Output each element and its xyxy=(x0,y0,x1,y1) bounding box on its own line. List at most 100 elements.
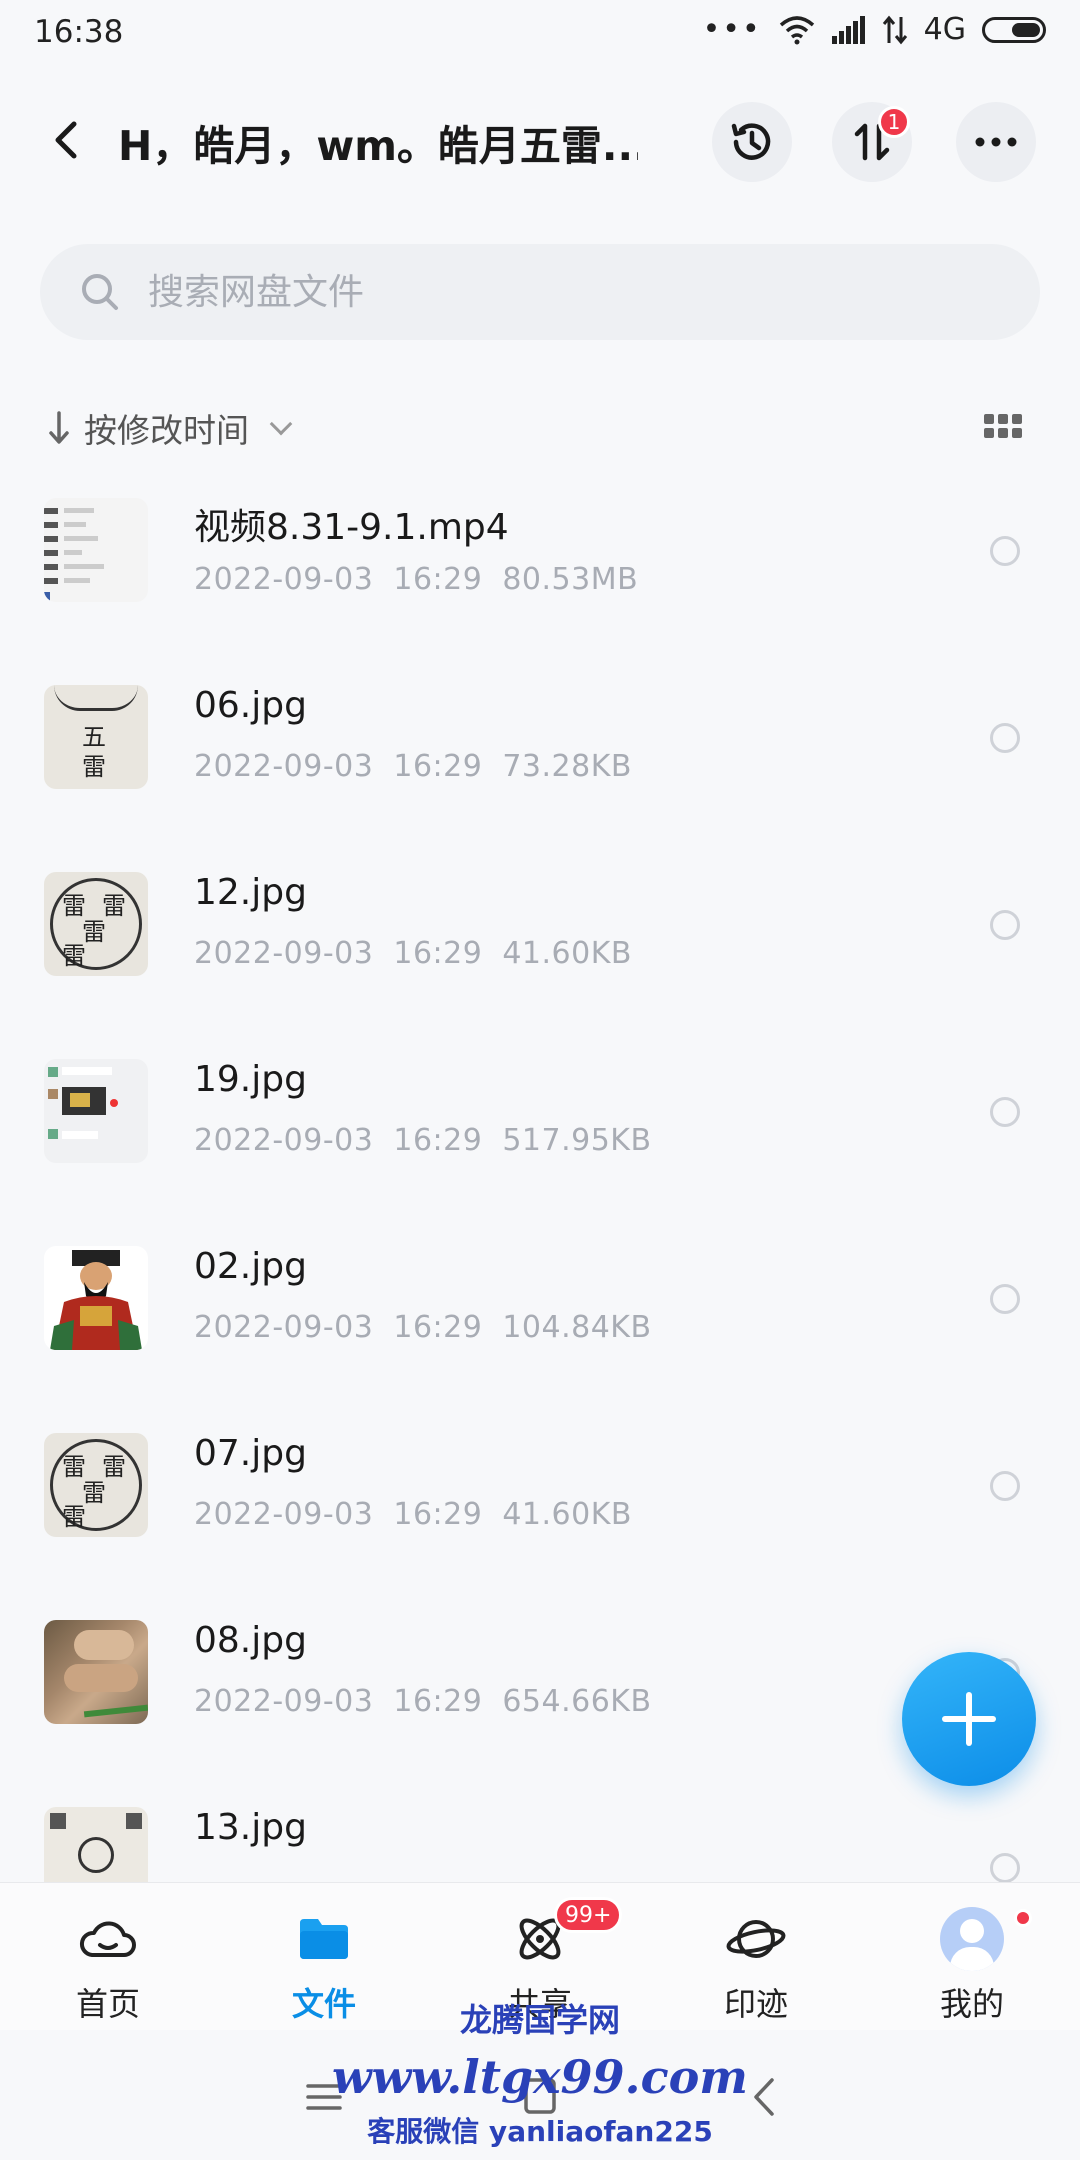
file-name: 02.jpg xyxy=(194,1246,307,1287)
file-time: 16:29 xyxy=(393,1497,483,1532)
nav-label: 文件 xyxy=(291,1985,356,2023)
bottom-nav: 首页 文件 99+ 共享 印迹 我的 xyxy=(0,1882,1080,2030)
cloud-icon xyxy=(79,1921,136,1957)
nav-me[interactable]: 我的 xyxy=(864,1883,1080,2031)
grid-view-toggle[interactable] xyxy=(984,414,1022,444)
select-radio[interactable] xyxy=(990,536,1020,566)
file-meta: 2022-09-03 16:29 41.60KB xyxy=(194,1497,652,1532)
sort-arrow-icon xyxy=(49,411,69,444)
battery-icon xyxy=(982,16,1046,43)
file-item[interactable]: 13.jpg xyxy=(0,1779,1080,1882)
file-item[interactable]: 雷 雷 雷 雷 07.jpg 2022-09-03 16:29 41.60KB xyxy=(0,1405,1080,1592)
home-square-icon[interactable] xyxy=(510,2072,570,2122)
file-size: 41.60KB xyxy=(502,1497,632,1532)
sort-row: 按修改时间 xyxy=(0,400,1080,460)
file-meta: 2022-09-03 16:29 73.28KB xyxy=(194,749,652,784)
planet-icon xyxy=(726,1920,786,1958)
back-arrow-icon xyxy=(55,121,77,159)
wifi-icon xyxy=(779,15,814,44)
file-browser-screen: 16:38 ••• 4G H，皓月，wm。皓月五雷... 1 搜索网盘文件 按修… xyxy=(0,0,1080,2160)
status-bar: 16:38 ••• 4G xyxy=(0,0,1080,66)
file-meta: 2022-09-03 16:29 41.60KB xyxy=(194,936,652,971)
status-icons: ••• 4G xyxy=(703,12,1046,47)
file-size: 517.95KB xyxy=(502,1123,652,1158)
file-name: 13.jpg xyxy=(194,1807,307,1848)
file-time: 16:29 xyxy=(393,1123,483,1158)
history-button[interactable] xyxy=(712,102,792,182)
transfer-button[interactable]: 1 xyxy=(832,102,912,182)
status-time: 16:38 xyxy=(34,14,124,50)
image-thumbnail xyxy=(44,1246,148,1350)
file-item[interactable]: 雷 雷 雷 雷 12.jpg 2022-09-03 16:29 41.60KB xyxy=(0,844,1080,1031)
nav-share[interactable]: 99+ 共享 xyxy=(432,1883,648,2031)
file-date: 2022-09-03 xyxy=(194,936,374,971)
file-size: 41.60KB xyxy=(502,936,632,971)
file-name: 08.jpg xyxy=(194,1620,307,1661)
file-name: 19.jpg xyxy=(194,1059,307,1100)
nav-home[interactable]: 首页 xyxy=(0,1883,216,2031)
file-size: 654.66KB xyxy=(502,1684,652,1719)
file-date: 2022-09-03 xyxy=(194,1497,374,1532)
search-input[interactable] xyxy=(148,262,998,322)
file-date: 2022-09-03 xyxy=(194,1684,374,1719)
nav-traces[interactable]: 印迹 xyxy=(648,1883,864,2031)
video-thumbnail xyxy=(44,498,148,602)
image-thumbnail: 五 雷 xyxy=(44,685,148,789)
search-bar[interactable] xyxy=(40,244,1040,340)
grid-icon xyxy=(984,414,994,424)
select-radio[interactable] xyxy=(990,723,1020,753)
file-time: 16:29 xyxy=(393,749,483,784)
select-radio[interactable] xyxy=(990,910,1020,940)
file-meta: 2022-09-03 16:29 517.95KB xyxy=(194,1123,672,1158)
file-item[interactable]: 视频8.31-9.1.mp4 2022-09-03 16:29 80.53MB xyxy=(0,470,1080,657)
header: H，皓月，wm。皓月五雷... 1 xyxy=(0,90,1080,192)
file-date: 2022-09-03 xyxy=(194,1310,374,1345)
file-list: 视频8.31-9.1.mp4 2022-09-03 16:29 80.53MB 五 … xyxy=(0,470,1080,1882)
more-button[interactable] xyxy=(956,102,1036,182)
system-nav-bar xyxy=(0,2030,1080,2160)
plus-icon xyxy=(942,1692,996,1746)
file-time: 16:29 xyxy=(393,1684,483,1719)
nav-label: 首页 xyxy=(75,1985,140,2023)
image-thumbnail xyxy=(44,1620,148,1724)
avatar-icon xyxy=(940,1907,1004,1971)
transfer-badge: 1 xyxy=(878,106,910,138)
select-radio[interactable] xyxy=(990,1284,1020,1314)
thumb-glyph: 雷 xyxy=(62,1503,86,1531)
file-meta: 2022-09-03 16:29 104.84KB xyxy=(194,1310,672,1345)
image-thumbnail: 雷 雷 雷 雷 xyxy=(44,872,148,976)
file-item[interactable]: 02.jpg 2022-09-03 16:29 104.84KB xyxy=(0,1218,1080,1405)
file-item[interactable]: 19.jpg 2022-09-03 16:29 517.95KB xyxy=(0,1031,1080,1218)
notification-dot xyxy=(1014,1909,1032,1927)
sort-button[interactable]: 按修改时间 xyxy=(48,404,293,452)
signal-icon xyxy=(831,15,865,44)
file-time: 16:29 xyxy=(393,1310,483,1345)
file-date: 2022-09-03 xyxy=(194,562,374,597)
nav-label: 印迹 xyxy=(723,1985,788,2023)
add-button[interactable] xyxy=(902,1652,1036,1786)
share-badge: 99+ xyxy=(554,1897,623,1933)
nav-label: 我的 xyxy=(939,1985,1004,2023)
select-radio[interactable] xyxy=(990,1853,1020,1882)
thumb-glyph: 雷 xyxy=(82,753,106,781)
file-item[interactable]: 五 雷 06.jpg 2022-09-03 16:29 73.28KB xyxy=(0,657,1080,844)
file-time: 16:29 xyxy=(393,562,483,597)
file-name: 视频8.31-9.1.mp4 xyxy=(194,507,509,548)
select-radio[interactable] xyxy=(990,1471,1020,1501)
nav-files[interactable]: 文件 xyxy=(216,1883,432,2031)
status-dots: ••• xyxy=(702,11,762,47)
more-icon xyxy=(975,137,1017,147)
menu-icon[interactable] xyxy=(294,2072,354,2122)
history-icon xyxy=(731,123,771,160)
file-date: 2022-09-03 xyxy=(194,749,374,784)
folder-icon xyxy=(300,1919,348,1959)
select-radio[interactable] xyxy=(990,1097,1020,1127)
search-icon xyxy=(82,274,118,310)
data-arrows-icon xyxy=(882,15,907,44)
image-thumbnail xyxy=(44,1059,148,1163)
back-button[interactable] xyxy=(40,112,96,168)
back-chevron-icon[interactable] xyxy=(736,2072,796,2122)
file-size: 80.53MB xyxy=(502,562,639,597)
nav-label: 共享 xyxy=(507,1985,572,2023)
file-date: 2022-09-03 xyxy=(194,1123,374,1158)
